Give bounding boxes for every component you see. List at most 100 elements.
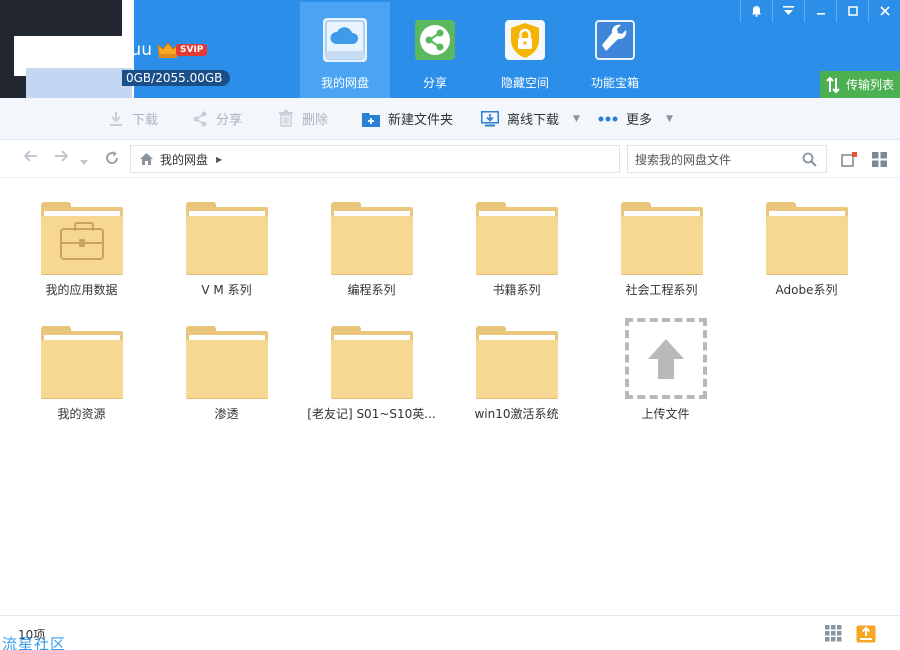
download-button[interactable]: 下载 [108, 109, 158, 128]
username: Yuu [122, 40, 152, 60]
back-arrow-icon[interactable] [23, 150, 38, 166]
close-icon[interactable] [868, 0, 900, 22]
file-name: 社会工程系列 [625, 283, 698, 297]
file-item-friends[interactable]: [老友记] S01~S10英... [299, 302, 444, 422]
main-nav: 我的网盘 分享 隐藏空间 功能宝箱 [300, 2, 660, 98]
file-name: [老友记] S01~S10英... [307, 407, 436, 421]
file-name: 渗透 [214, 407, 239, 421]
transfer-list-button[interactable]: 传输列表 [820, 71, 900, 98]
more-label: 更多 [626, 113, 653, 128]
transfer-list-label: 传输列表 [846, 78, 895, 92]
new-folder-label: 新建文件夹 [388, 113, 454, 128]
download-label: 下载 [132, 113, 159, 128]
download-icon [108, 111, 124, 127]
wrench-icon [593, 18, 637, 62]
file-name: 书籍系列 [492, 283, 541, 297]
breadcrumb-item-my-disk[interactable]: 我的网盘 [160, 151, 208, 168]
folder-icon [765, 202, 848, 275]
upload-tray-icon[interactable] [856, 625, 876, 646]
folder-icon [330, 326, 413, 399]
breadcrumb[interactable]: 我的网盘 ▶ [130, 145, 620, 173]
share-icon [413, 18, 457, 62]
folder-icon [185, 326, 268, 399]
app-folder-icon [40, 202, 123, 275]
tab-my-disk-label: 我的网盘 [320, 76, 369, 90]
tab-share-label: 分享 [422, 76, 447, 90]
file-item-adobe[interactable]: Adobe系列 [734, 178, 879, 298]
folder-icon [475, 202, 558, 275]
maximize-icon[interactable] [836, 0, 868, 22]
grid-view-icon[interactable] [872, 152, 887, 170]
folder-icon [185, 202, 268, 275]
file-item-my-resources[interactable]: 我的资源 [9, 302, 154, 422]
file-name: 我的资源 [57, 407, 106, 421]
new-folder-icon [362, 111, 380, 127]
file-item-pentest[interactable]: 渗透 [154, 302, 299, 422]
folder-icon [40, 326, 123, 399]
tab-hidden-space-label: 隐藏空间 [500, 76, 549, 90]
tab-share[interactable]: 分享 [390, 2, 480, 98]
toolbar: 下载 分享 删除 新建文件夹 离线下载 ▼ 更多 ▼ [0, 98, 900, 140]
file-name: 我的应用数据 [45, 283, 118, 297]
trash-icon [278, 110, 294, 127]
history-dropdown-icon[interactable] [80, 153, 88, 169]
file-name: win10激活系统 [474, 407, 559, 421]
lock-icon [503, 18, 547, 62]
user-area: Yuu SVIP 0GB/2055.00GB [0, 0, 290, 100]
file-item-vm[interactable]: V M 系列 [154, 178, 299, 298]
home-icon[interactable] [139, 152, 154, 166]
more-icon [598, 116, 618, 122]
netdisk-window: Yuu SVIP 0GB/2055.00GB 我的网盘 分享 隐藏空间 功能宝箱… [0, 0, 900, 650]
file-item-programming[interactable]: 编程系列 [299, 178, 444, 298]
folder-icon [620, 202, 703, 275]
address-bar: 我的网盘 ▶ 搜索我的网盘文件 [0, 140, 900, 178]
chevron-down-icon: ▼ [573, 113, 580, 124]
bell-icon[interactable] [740, 0, 772, 22]
offline-download-label: 离线下载 [507, 113, 560, 128]
upload-file-button[interactable]: 上传文件 [593, 302, 738, 422]
header: Yuu SVIP 0GB/2055.00GB 我的网盘 分享 隐藏空间 功能宝箱… [0, 0, 900, 100]
tab-my-disk[interactable]: 我的网盘 [300, 2, 390, 98]
share-icon [192, 111, 208, 127]
search-icon[interactable] [802, 152, 817, 170]
new-folder-button[interactable]: 新建文件夹 [362, 109, 453, 128]
upload-icon [624, 318, 707, 399]
avatar[interactable] [0, 0, 134, 100]
file-item-win10[interactable]: win10激活系统 [444, 302, 589, 422]
transfer-icon [826, 76, 840, 93]
window-controls [740, 0, 900, 22]
share-button[interactable]: 分享 [192, 109, 242, 128]
file-item-books[interactable]: 书籍系列 [444, 178, 589, 298]
grid-icon[interactable] [825, 625, 842, 645]
share-label: 分享 [216, 113, 243, 128]
tab-hidden-space[interactable]: 隐藏空间 [480, 2, 570, 98]
minimize-icon[interactable] [804, 0, 836, 22]
refresh-icon[interactable] [104, 150, 120, 170]
chevron-down-icon: ▼ [666, 113, 673, 124]
status-bar: 10项 流星社区 [0, 615, 900, 650]
delete-button[interactable]: 删除 [278, 109, 328, 128]
sort-view-icon[interactable] [841, 152, 857, 170]
folder-icon [330, 202, 413, 275]
file-item-social-engineering[interactable]: 社会工程系列 [589, 178, 734, 298]
search-input[interactable]: 搜索我的网盘文件 [627, 145, 827, 173]
delete-label: 删除 [302, 113, 329, 128]
more-button[interactable]: 更多 ▼ [598, 109, 673, 128]
forward-arrow-icon[interactable] [54, 150, 69, 166]
file-name: V M 系列 [201, 283, 252, 297]
upload-label: 上传文件 [641, 407, 690, 421]
folder-icon [475, 326, 558, 399]
tab-toolbox[interactable]: 功能宝箱 [570, 2, 660, 98]
offline-download-button[interactable]: 离线下载 ▼ [481, 109, 580, 128]
vip-label: SVIP [176, 44, 208, 56]
vip-badge[interactable]: SVIP [157, 42, 208, 58]
search-placeholder: 搜索我的网盘文件 [635, 152, 732, 167]
file-grid: 我的应用数据 V M 系列 编程系列 书籍系列 社会工程系列 Adobe系列 我… [0, 178, 900, 615]
menu-icon[interactable] [772, 0, 804, 22]
file-item-app-data[interactable]: 我的应用数据 [9, 178, 154, 298]
file-name: 编程系列 [347, 283, 396, 297]
watermark: 流星社区 [2, 635, 67, 650]
file-name: Adobe系列 [775, 283, 838, 297]
cloud-icon [323, 18, 367, 62]
chevron-right-icon[interactable]: ▶ [216, 155, 222, 164]
